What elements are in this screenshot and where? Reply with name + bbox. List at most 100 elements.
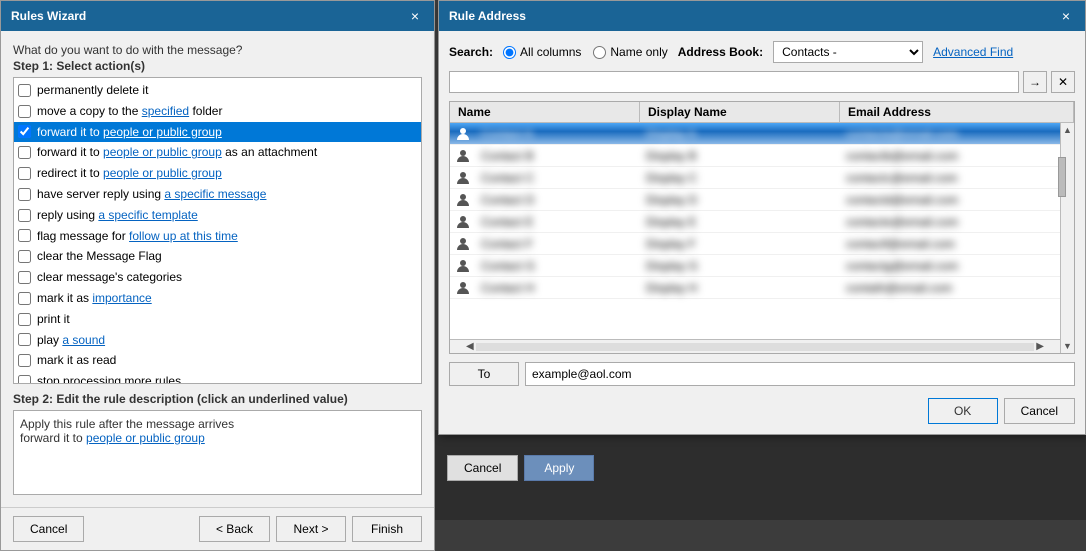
rule-description: Apply this rule after the message arrive… [13,410,422,495]
overlay-cancel-button[interactable]: Cancel [447,455,518,481]
h-scroll-right-icon[interactable]: ▶ [1034,341,1046,352]
contact-display-cell: Display E [640,213,840,231]
action-label: clear message's categories [37,269,182,286]
action-item[interactable]: clear message's categories [14,267,421,288]
col-header-name: Name [450,102,640,122]
contact-icon-cell [450,281,475,295]
rules-wizard-close-button[interactable]: × [406,7,424,25]
rule-desc-line2-prefix: forward it to [20,431,86,445]
radio-all-columns-input[interactable] [503,46,516,59]
to-button[interactable]: To [449,362,519,386]
action-item[interactable]: forward it to people or public group [14,122,421,143]
search-input[interactable] [449,71,1019,93]
action-checkbox[interactable] [18,333,31,346]
contact-row[interactable]: Contact DDisplay Dcontactd@email.com [450,189,1060,211]
search-label: Search: [449,45,493,59]
contact-display-cell: Display C [640,169,840,187]
horizontal-scrollbar[interactable]: ◀ ▶ [450,339,1060,353]
contact-row[interactable]: Contact HDisplay Hcontath@email.com [450,277,1060,299]
h-scroll-left-icon[interactable]: ◀ [464,341,476,352]
action-checkbox[interactable] [18,229,31,242]
contact-email-cell: contactc@email.com [840,169,1060,187]
action-checkbox[interactable] [18,84,31,97]
overlay-apply-button[interactable]: Apply [524,455,594,481]
action-item[interactable]: flag message for follow up at this time [14,226,421,247]
action-link[interactable]: people or public group [103,125,222,139]
contact-row[interactable]: Contact GDisplay Gcontactg@email.com [450,255,1060,277]
action-link[interactable]: a specific message [164,187,266,201]
contact-row[interactable]: Contact CDisplay Ccontactc@email.com [450,167,1060,189]
contact-name-cell: Contact G [475,257,640,275]
scrollbar-thumb[interactable] [1058,157,1066,197]
action-link[interactable]: people or public group [103,166,222,180]
action-item[interactable]: print it [14,309,421,330]
radio-name-only[interactable]: Name only [593,45,667,59]
action-checkbox[interactable] [18,188,31,201]
contact-row[interactable]: Contact ADisplay Acontacta@email.com [450,123,1060,145]
ok-button[interactable]: OK [928,398,998,424]
action-item[interactable]: mark it as importance [14,288,421,309]
action-checkbox[interactable] [18,146,31,159]
contact-name-cell: Contact D [475,191,640,209]
action-item[interactable]: redirect it to people or public group [14,163,421,184]
action-checkbox[interactable] [18,375,31,384]
contact-row[interactable]: Contact EDisplay Econtacte@email.com [450,211,1060,233]
action-item[interactable]: clear the Message Flag [14,246,421,267]
action-item[interactable]: move a copy to the specified folder [14,101,421,122]
action-link[interactable]: a specific template [98,208,197,222]
action-item[interactable]: mark it as read [14,350,421,371]
cancel-button[interactable]: Cancel [13,516,84,542]
rule-address-content: Search: All columns Name only Address Bo… [439,31,1085,434]
rule-desc-line2: forward it to people or public group [20,431,415,445]
action-checkbox[interactable] [18,271,31,284]
rule-address-title: Rule Address [449,9,526,23]
radio-all-columns-label: All columns [520,45,581,59]
search-arrow-button[interactable]: → [1023,71,1047,93]
scroll-up-icon[interactable]: ▲ [1061,123,1074,137]
search-clear-button[interactable]: ✕ [1051,71,1075,93]
action-checkbox[interactable] [18,167,31,180]
action-link[interactable]: specified [142,104,189,118]
rule-desc-link[interactable]: people or public group [86,431,205,445]
action-item[interactable]: permanently delete it [14,80,421,101]
wizard-prompt: What do you want to do with the message? [13,43,422,57]
vertical-scrollbar[interactable]: ▲ ▼ [1060,123,1074,353]
to-field[interactable] [525,362,1075,386]
next-button[interactable]: Next > [276,516,346,542]
action-item[interactable]: have server reply using a specific messa… [14,184,421,205]
action-item[interactable]: stop processing more rules [14,371,421,384]
action-checkbox[interactable] [18,292,31,305]
back-button[interactable]: < Back [199,516,270,542]
action-link[interactable]: people or public group [103,145,222,159]
radio-name-only-input[interactable] [593,46,606,59]
action-item[interactable]: reply using a specific template [14,205,421,226]
action-checkbox[interactable] [18,105,31,118]
person-icon [456,237,470,251]
action-checkbox[interactable] [18,250,31,263]
contact-row[interactable]: Contact BDisplay Bcontactb@email.com [450,145,1060,167]
scroll-down-icon[interactable]: ▼ [1061,339,1074,353]
action-link[interactable]: importance [92,291,151,305]
finish-button[interactable]: Finish [352,516,422,542]
to-row: To [449,362,1075,386]
radio-all-columns[interactable]: All columns [503,45,581,59]
action-item[interactable]: play a sound [14,330,421,351]
address-book-select[interactable]: Contacts - [773,41,923,63]
action-link[interactable]: a sound [62,333,105,347]
action-checkbox[interactable] [18,125,31,138]
action-checkbox[interactable] [18,209,31,222]
action-checkbox[interactable] [18,354,31,367]
advanced-find-link[interactable]: Advanced Find [933,45,1013,59]
action-label: print it [37,311,70,328]
contact-email-cell: contath@email.com [840,279,1060,297]
rule-address-cancel-button[interactable]: Cancel [1004,398,1075,424]
action-label: move a copy to the specified folder [37,103,222,120]
contact-row[interactable]: Contact FDisplay Fcontactf@email.com [450,233,1060,255]
h-scroll-track[interactable] [476,343,1035,351]
contact-email-cell: contactd@email.com [840,191,1060,209]
contact-email-cell: contactf@email.com [840,235,1060,253]
action-link[interactable]: follow up at this time [129,229,238,243]
action-checkbox[interactable] [18,313,31,326]
rule-address-close-button[interactable]: × [1057,7,1075,25]
action-item[interactable]: forward it to people or public group as … [14,142,421,163]
